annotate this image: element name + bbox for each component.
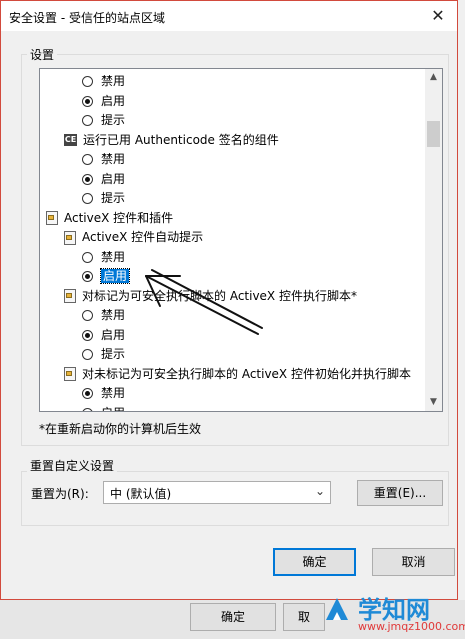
dialog-title: 安全设置 - 受信任的站点区域 — [9, 11, 165, 25]
security-settings-dialog: 安全设置 - 受信任的站点区域 ✕ 设置 ▲ ▼ 禁用 启用 提示 CE 运行已用 Au… — [0, 0, 458, 600]
close-icon[interactable]: ✕ — [427, 5, 449, 27]
radio-button-icon[interactable] — [82, 76, 93, 87]
tree-setting-item[interactable]: CE 运行已用 Authenticode 签名的组件 — [64, 131, 279, 150]
tree-radio-option[interactable]: 提示 — [82, 189, 125, 208]
tree-radio-option[interactable]: 禁用 — [82, 248, 125, 267]
tree-radio-option[interactable]: 启用 — [82, 92, 125, 111]
radio-button-icon[interactable] — [82, 95, 93, 107]
tree-row-label: 对未标记为可安全执行脚本的 ActiveX 控件初始化并执行脚本 — [82, 366, 411, 381]
tree-row-label: 提示 — [101, 191, 126, 205]
tree-row-label: 禁用 — [101, 249, 126, 264]
scroll-up-icon[interactable]: ▲ — [425, 69, 442, 86]
radio-button-icon[interactable] — [82, 407, 93, 411]
tree-row-label: 启用 — [101, 171, 126, 186]
tree-row-label: 启用 — [101, 327, 126, 342]
tree-row-label: 启用 — [101, 406, 125, 412]
radio-button-icon[interactable] — [82, 251, 93, 263]
watermark-logo-icon — [326, 598, 348, 620]
settings-page-icon — [64, 230, 76, 245]
restart-note: *在重新启动你的计算机后生效 — [39, 422, 202, 436]
tree-row-label: 禁用 — [101, 152, 126, 166]
tree-radio-option[interactable]: 提示 — [82, 345, 125, 364]
title-bar: 安全设置 - 受信任的站点区域 ✕ — [1, 1, 457, 31]
radio-button-icon[interactable] — [82, 310, 93, 321]
tree-setting-item[interactable]: 对未标记为可安全执行脚本的 ActiveX 控件初始化并执行脚本 — [64, 365, 411, 384]
tree-row-label: 提示 — [101, 113, 126, 127]
tree-setting-item[interactable]: ActiveX 控件自动提示 — [64, 228, 203, 247]
settings-page-icon — [64, 289, 76, 303]
tree-radio-option[interactable]: 启用 — [82, 326, 125, 345]
ok-button[interactable]: 确定 — [273, 548, 356, 576]
radio-button-icon[interactable] — [82, 154, 93, 165]
tree-row-label: 对标记为可安全执行脚本的 ActiveX 控件执行脚本* — [82, 288, 357, 303]
tree-radio-option[interactable]: 禁用 — [82, 384, 125, 403]
tree-row-label: ActiveX 控件和插件 — [64, 210, 174, 225]
chevron-down-icon: ⌄ — [314, 484, 325, 498]
reset-level-value: 中 (默认值) — [110, 487, 172, 501]
tree-radio-option[interactable]: 禁用 — [82, 150, 125, 169]
cancel-button[interactable]: 取消 — [372, 548, 455, 576]
tree-row-label: 禁用 — [101, 74, 126, 88]
reset-group-label: 重置自定义设置 — [27, 457, 118, 474]
radio-button-icon[interactable] — [82, 388, 93, 399]
tree-radio-option[interactable]: 提示 — [82, 111, 125, 130]
radio-button-icon[interactable] — [82, 115, 93, 126]
tree-setting-item[interactable]: ActiveX 控件和插件 — [46, 209, 173, 228]
radio-button-icon[interactable] — [82, 329, 93, 341]
tree-row-label: 启用 — [99, 268, 131, 284]
tree-radio-option[interactable]: 启用 — [82, 170, 125, 189]
tree-radio-option[interactable]: 禁用 — [82, 72, 125, 91]
radio-button-icon[interactable] — [82, 173, 93, 185]
parent-ok-button[interactable]: 确定 — [190, 603, 276, 631]
watermark: 学知网 www.jmqz1000.com — [318, 590, 465, 639]
certificate-icon: CE — [64, 134, 77, 146]
settings-page-icon — [46, 211, 58, 225]
radio-button-icon[interactable] — [82, 349, 93, 360]
watermark-url: www.jmqz1000.com — [358, 620, 465, 633]
tree-radio-option[interactable]: 禁用 — [82, 306, 125, 325]
tree-scrollbar[interactable]: ▲ ▼ — [425, 69, 442, 411]
tree-row-label: 禁用 — [101, 386, 126, 400]
reset-to-label: 重置为(R): — [31, 487, 89, 501]
tree-row-label: 提示 — [101, 347, 126, 361]
scroll-down-icon[interactable]: ▼ — [425, 394, 442, 411]
settings-page-icon — [64, 367, 76, 381]
tree-row-label: 启用 — [101, 93, 126, 108]
tree-radio-option[interactable]: 启用 — [82, 404, 125, 412]
tree-row-label: ActiveX 控件自动提示 — [82, 230, 204, 244]
radio-button-icon[interactable] — [82, 193, 93, 204]
settings-tree[interactable]: ▲ ▼ 禁用 启用 提示 CE 运行已用 Authenticode 签名的组件 禁用 启用提… — [39, 68, 443, 412]
radio-button-icon[interactable] — [82, 271, 93, 282]
settings-group-label: 设置 — [27, 46, 58, 63]
tree-row-label: 禁用 — [101, 308, 126, 322]
tree-row-label: 运行已用 Authenticode 签名的组件 — [83, 132, 279, 147]
tree-radio-option[interactable]: 启用 — [82, 267, 131, 286]
reset-button[interactable]: 重置(E)... — [357, 480, 443, 506]
tree-setting-item[interactable]: 对标记为可安全执行脚本的 ActiveX 控件执行脚本* — [64, 287, 357, 306]
scroll-thumb[interactable] — [427, 121, 440, 147]
reset-level-select[interactable]: 中 (默认值) ⌄ — [103, 481, 331, 504]
